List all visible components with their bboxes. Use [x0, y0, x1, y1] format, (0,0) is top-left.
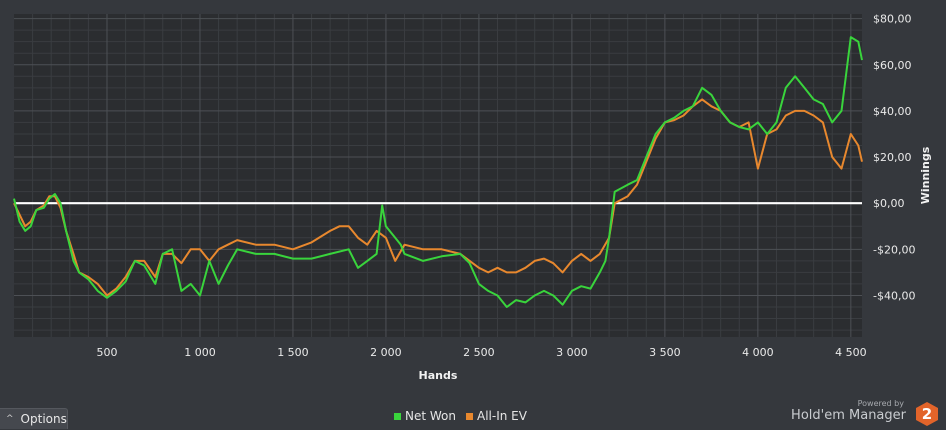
options-label: Options: [20, 412, 67, 426]
y-tick-label: $20,00: [873, 151, 912, 164]
plot-area: [14, 14, 862, 337]
net-won-swatch: [394, 412, 401, 420]
chart-legend: Net Won All-In EV: [394, 409, 527, 423]
y-axis-title: Winnings: [919, 146, 932, 204]
x-tick-label: 3 500: [649, 346, 681, 359]
y-tick-label: $60,00: [873, 59, 912, 72]
caret-up-icon: ^: [6, 414, 14, 424]
x-tick-label: 2 000: [370, 346, 402, 359]
y-tick-label: $40,00: [873, 105, 912, 118]
x-axis-title: Hands: [419, 369, 458, 382]
x-tick-label: 1 000: [184, 346, 216, 359]
y-tick-label: -$20,00: [873, 243, 915, 256]
all-in-ev-swatch: [466, 412, 473, 420]
x-tick-label: 4 000: [742, 346, 774, 359]
x-tick-label: 3 000: [556, 346, 588, 359]
x-axis-ticks: 500 1 000 1 500 2 000 2 500 3 000 3 500 4 000 4 …: [96, 346, 866, 359]
options-button[interactable]: ^ Options: [0, 408, 68, 429]
legend-item-all-in-ev[interactable]: All-In EV: [466, 409, 527, 423]
y-tick-label: $0,00: [873, 197, 905, 210]
x-tick-label: 1 500: [277, 346, 309, 359]
legend-label-net-won: Net Won: [405, 409, 456, 423]
legend-label-all-in-ev: All-In EV: [477, 409, 527, 423]
x-tick-label: 4 500: [835, 346, 867, 359]
x-tick-label: 2 500: [463, 346, 495, 359]
brand-name: Hold'em Manager: [791, 408, 906, 423]
y-tick-label: -$40,00: [873, 289, 915, 302]
winnings-chart: 500 1 000 1 500 2 000 2 500 3 000 3 500 4 000 4 …: [13, 13, 932, 382]
legend-item-net-won[interactable]: Net Won: [394, 409, 456, 423]
x-tick-label: 500: [96, 346, 117, 359]
powered-by-text: Powered by: [857, 399, 904, 408]
y-axis-ticks: $80,00 $60,00 $40,00 $20,00 $0,00 -$20,00 -$40…: [873, 13, 915, 303]
y-tick-label: $80,00: [873, 13, 912, 26]
